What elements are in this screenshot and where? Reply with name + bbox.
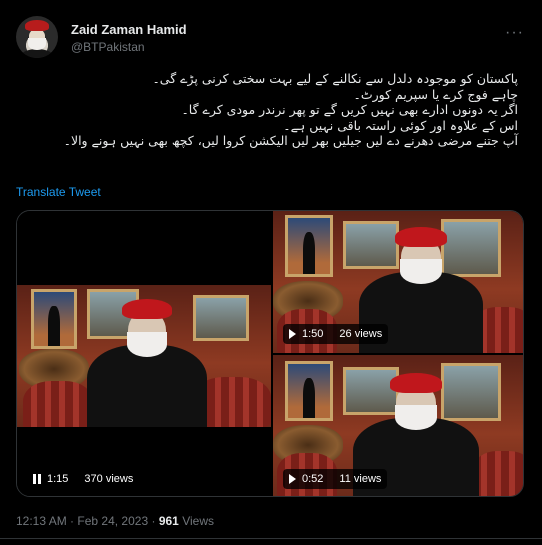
video-views: 11 views (339, 473, 382, 485)
author-display-name[interactable]: Zaid Zaman Hamid (71, 22, 187, 37)
media-grid: 1:15 370 views 1:50 26 views 0:52 11 vie… (16, 210, 524, 497)
tweet-line: آپ جتنے مرضی دھرنے دے لیں جیلیں بھر لیں … (63, 133, 518, 148)
tweet-line: پاکستان کو موجودہ دلدل سے نکالنے کے لیے … (152, 71, 518, 86)
tweet-meta: 12:13 AM · Feb 24, 2023 · 961 Views (16, 514, 214, 528)
tweet-line: اگر یہ دونوں ادارے بھی نہیں کریں گے تو پ… (181, 102, 518, 117)
tweet-line: چاہے فوج کرے یا سپریم کورٹ۔ (353, 86, 519, 102)
video-player-1[interactable]: 1:15 370 views (17, 211, 271, 496)
views-label: Views (182, 514, 214, 528)
video-duration: 0:52 (302, 473, 324, 485)
tweet-line: اس کے علاوہ اور کوئی راستہ باقی نہیں ہے۔ (283, 117, 518, 133)
video-player-2[interactable]: 1:50 26 views (273, 211, 523, 353)
pause-icon[interactable] (33, 474, 41, 484)
tweet-header: Zaid Zaman Hamid @BTPakistan ··· (16, 16, 530, 60)
play-icon[interactable] (289, 329, 296, 339)
video-overlay: 1:50 26 views (283, 324, 389, 344)
tweet-text: پاکستان کو موجودہ دلدل سے نکالنے کے لیے … (16, 71, 518, 149)
meta-separator: · (151, 514, 156, 528)
author-handle[interactable]: @BTPakistan (71, 40, 145, 54)
video-views: 26 views (339, 328, 383, 340)
video-duration: 1:50 (302, 328, 324, 340)
divider (0, 538, 542, 539)
video-overlay: 1:15 370 views (27, 469, 140, 489)
more-options-icon[interactable]: ··· (505, 24, 524, 42)
tweet-time[interactable]: 12:13 AM (16, 514, 67, 528)
video-duration: 1:15 (47, 473, 69, 485)
tweet-date[interactable]: Feb 24, 2023 (77, 514, 148, 528)
video-thumbnail (17, 285, 271, 427)
avatar[interactable] (16, 16, 58, 58)
video-player-3[interactable]: 0:52 11 views (273, 355, 523, 496)
video-views: 370 views (84, 473, 134, 485)
video-overlay: 0:52 11 views (283, 469, 388, 489)
translate-tweet-link[interactable]: Translate Tweet (16, 185, 101, 199)
view-count: 961 (158, 514, 179, 528)
play-icon[interactable] (289, 474, 296, 484)
meta-separator: · (70, 514, 75, 528)
